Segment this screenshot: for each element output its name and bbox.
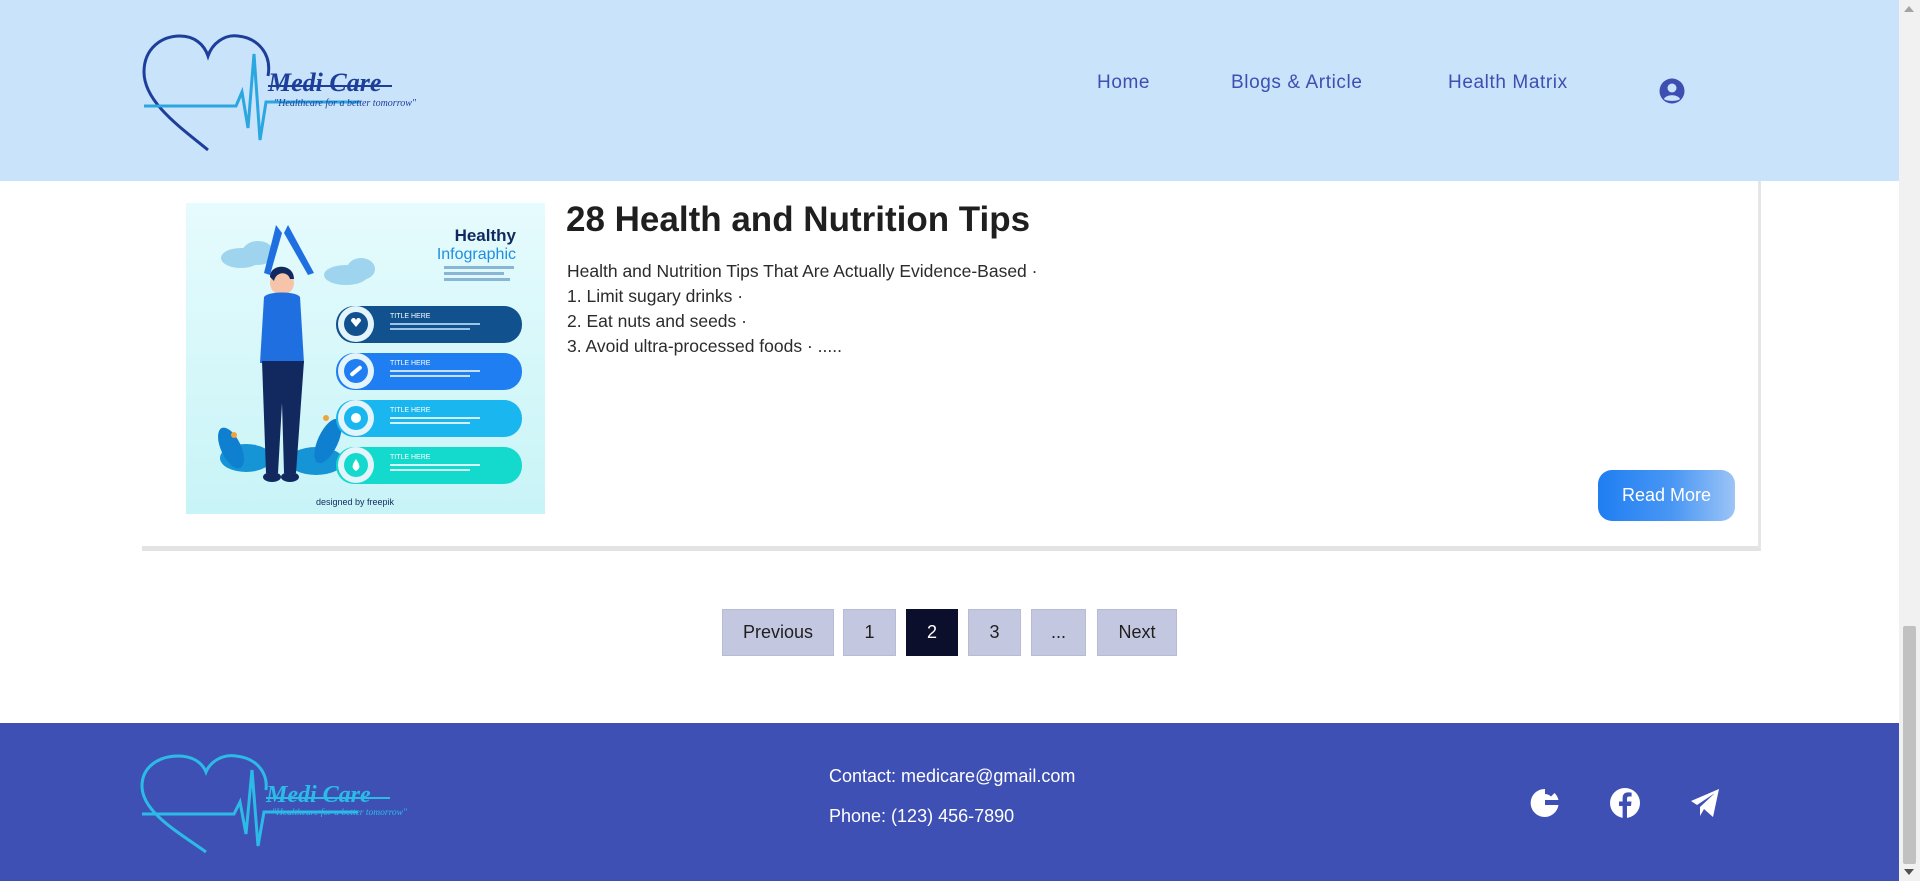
facebook-icon[interactable] (1608, 786, 1642, 820)
nav-home[interactable]: Home (1097, 72, 1150, 94)
freepik-credit: designed by freepik (316, 497, 395, 507)
footer-brand-logo[interactable]: Medi Care "Healthcare for a better tomor… (138, 752, 407, 857)
footer-brand-tagline: "Healthcare for a better tomorrow" (272, 808, 407, 818)
vertical-scrollbar[interactable] (1899, 0, 1920, 881)
infographic-heading: Healthy (455, 226, 517, 245)
scrollbar-thumb[interactable] (1903, 626, 1916, 864)
infographic-item-1: TITLE HERE (390, 313, 431, 320)
brand-name: Medi Care (268, 68, 382, 97)
article-thumbnail: Healthy Infographic TITLE HERE TITLE HER… (186, 203, 545, 514)
page: Medi Care "Healthcare for a better tomor… (0, 0, 1920, 881)
read-more-button[interactable]: Read More (1598, 470, 1735, 521)
nav-health-matrix[interactable]: Health Matrix (1448, 72, 1568, 94)
google-icon[interactable] (1528, 786, 1562, 820)
excerpt-line: 1. Limit sugary drinks · (567, 286, 744, 306)
article-title: 28 Health and Nutrition Tips (566, 200, 1031, 239)
site-header: Medi Care "Healthcare for a better tomor… (0, 0, 1899, 181)
page-3-button[interactable]: 3 (968, 609, 1021, 656)
page-2-button[interactable]: 2 (906, 609, 958, 656)
excerpt-line: 3. Avoid ultra-processed foods · ..... (567, 336, 842, 356)
infographic-item-4: TITLE HERE (390, 454, 431, 461)
telegram-icon[interactable] (1688, 786, 1722, 820)
previous-page-button[interactable]: Previous (722, 609, 834, 656)
excerpt-line: 2. Eat nuts and seeds · (567, 311, 747, 331)
excerpt-line: Health and Nutrition Tips That Are Actua… (567, 261, 1038, 281)
brand-logo[interactable]: Medi Care "Healthcare for a better tomor… (140, 32, 416, 154)
scroll-down-icon[interactable] (1904, 869, 1914, 875)
contact-email: Contact: medicare@gmail.com (829, 766, 1076, 786)
footer-brand-name: Medi Care (266, 782, 371, 808)
user-circle-icon[interactable] (1659, 78, 1685, 104)
article-excerpt: Health and Nutrition Tips That Are Actua… (567, 259, 1037, 359)
health-infographic-image: Healthy Infographic TITLE HERE TITLE HER… (218, 225, 522, 507)
infographic-subheading: Infographic (437, 246, 516, 263)
contact-phone: Phone: (123) 456-7890 (829, 806, 1015, 826)
infographic-item-3: TITLE HERE (390, 407, 431, 414)
nav-blogs-article[interactable]: Blogs & Article (1231, 72, 1363, 94)
infographic-item-2: TITLE HERE (390, 360, 431, 367)
scroll-up-icon[interactable] (1904, 6, 1914, 12)
page-1-button[interactable]: 1 (843, 609, 896, 656)
next-page-button[interactable]: Next (1097, 609, 1177, 656)
brand-tagline: "Healthcare for a better tomorrow" (274, 98, 417, 109)
page-ellipsis-button[interactable]: ... (1031, 609, 1086, 656)
